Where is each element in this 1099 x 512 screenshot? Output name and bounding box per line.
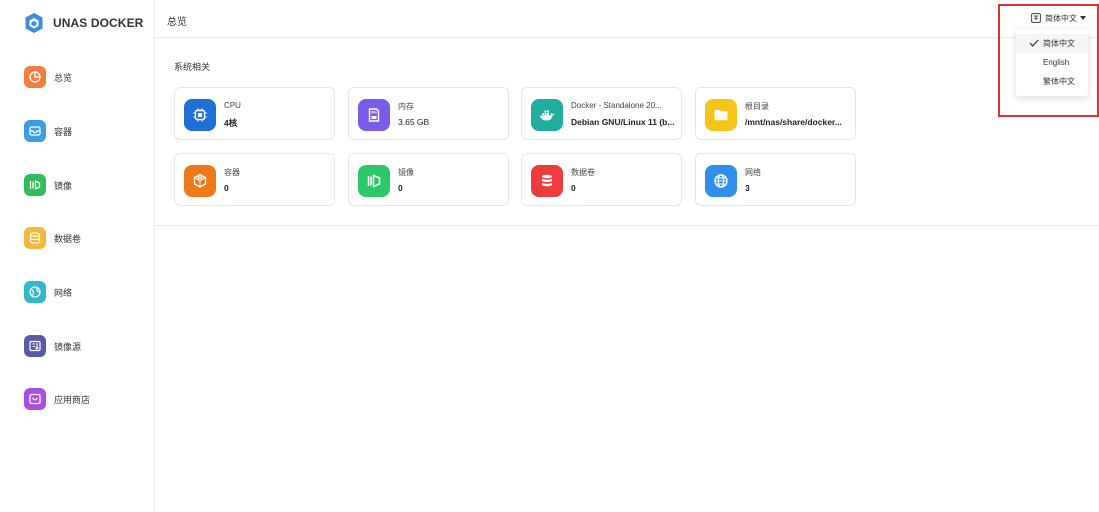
info-card-volumes: 数据卷 0 [521, 153, 682, 206]
sidebar-item-networks[interactable]: 网络 [24, 279, 72, 305]
brand-title: UNAS DOCKER [53, 16, 144, 30]
info-card-docker: Docker - Standalone 20... Debian GNU/Lin… [521, 87, 682, 140]
docker-whale-icon [531, 99, 563, 131]
language-dropdown: 简体中文 English 繁体中文 [1016, 29, 1088, 96]
card-value: 4核 [224, 118, 238, 128]
database-icon [24, 227, 46, 249]
sidebar-item-label: 数据卷 [54, 233, 82, 244]
card-value: 0 [398, 183, 403, 193]
card-label: 网络 [745, 168, 761, 177]
sidebar-item-containers[interactable]: 容器 [24, 118, 72, 144]
folder-icon [705, 99, 737, 131]
section-divider [155, 225, 1099, 226]
language-option-label: English [1043, 58, 1070, 67]
memory-card-icon [358, 99, 390, 131]
language-current: 简体中文 [1045, 13, 1077, 23]
language-selector[interactable]: 简体中文 [1031, 11, 1086, 25]
language-option-label: 繁体中文 [1043, 77, 1075, 86]
brand[interactable]: UNAS DOCKER [24, 12, 143, 34]
card-label: Docker - Standalone 20... [571, 101, 662, 110]
container-icon [24, 120, 46, 142]
unas-logo-icon [25, 13, 43, 33]
sidebar-item-volumes[interactable]: 数据卷 [24, 225, 81, 251]
sidebar-item-label: 总览 [54, 72, 73, 83]
card-label: 数据卷 [571, 168, 595, 177]
sidebar-item-registries[interactable]: 镜像源 [24, 333, 81, 359]
card-label: 镜像 [398, 168, 414, 177]
language-option-label: 简体中文 [1043, 39, 1075, 48]
registry-icon [24, 335, 46, 357]
card-label: 根目录 [745, 102, 769, 111]
cube-icon [184, 165, 216, 197]
sidebar: UNAS DOCKER 总览 容器 镜像 数据卷 网络 镜像源 应用商店 [0, 0, 155, 512]
page-title: 总览 [167, 17, 187, 28]
card-label: CPU [224, 101, 241, 110]
sidebar-item-images[interactable]: 镜像 [24, 172, 72, 198]
sidebar-item-overview[interactable]: 总览 [24, 64, 72, 90]
sidebar-item-label: 网络 [54, 287, 73, 298]
translate-icon [1031, 13, 1041, 23]
globe-icon [24, 281, 46, 303]
card-value: /mnt/nas/share/docker... [745, 117, 842, 127]
card-value: 0 [224, 183, 229, 193]
sidebar-item-label: 镜像源 [54, 341, 82, 352]
globe-icon [705, 165, 737, 197]
card-label: 容器 [224, 168, 240, 177]
info-card-images: 镜像 0 [348, 153, 509, 206]
check-icon [1029, 39, 1039, 47]
card-label: 内存 [398, 102, 414, 111]
sidebar-item-label: 镜像 [54, 180, 73, 191]
card-value: 0 [571, 183, 576, 193]
database-icon [531, 165, 563, 197]
image-layers-icon [358, 165, 390, 197]
card-value: Debian GNU/Linux 11 (b... [571, 117, 675, 127]
card-value: 3 [745, 183, 750, 193]
sidebar-item-app-store[interactable]: 应用商店 [24, 386, 90, 412]
info-card-cpu: CPU 4核 [174, 87, 335, 140]
sidebar-item-label: 应用商店 [54, 394, 91, 405]
pie-chart-icon [24, 66, 46, 88]
language-option-traditional-chinese[interactable]: 繁体中文 [1016, 72, 1088, 91]
language-option-english[interactable]: English [1016, 53, 1088, 72]
caret-down-icon [1080, 16, 1086, 20]
sidebar-item-label: 容器 [54, 126, 73, 137]
info-card-memory: 内存 3.65 GB [348, 87, 509, 140]
info-card-networks: 网络 3 [695, 153, 856, 206]
card-value: 3.65 GB [398, 117, 430, 127]
image-layers-icon [24, 174, 46, 196]
info-card-containers: 容器 0 [174, 153, 335, 206]
language-option-simplified-chinese[interactable]: 简体中文 [1016, 34, 1088, 53]
cpu-icon [184, 99, 216, 131]
section-title: 系统相关 [174, 62, 211, 72]
header: 总览 简体中文 [155, 0, 1099, 38]
info-card-root-dir: 根目录 /mnt/nas/share/docker... [695, 87, 856, 140]
store-icon [24, 388, 46, 410]
